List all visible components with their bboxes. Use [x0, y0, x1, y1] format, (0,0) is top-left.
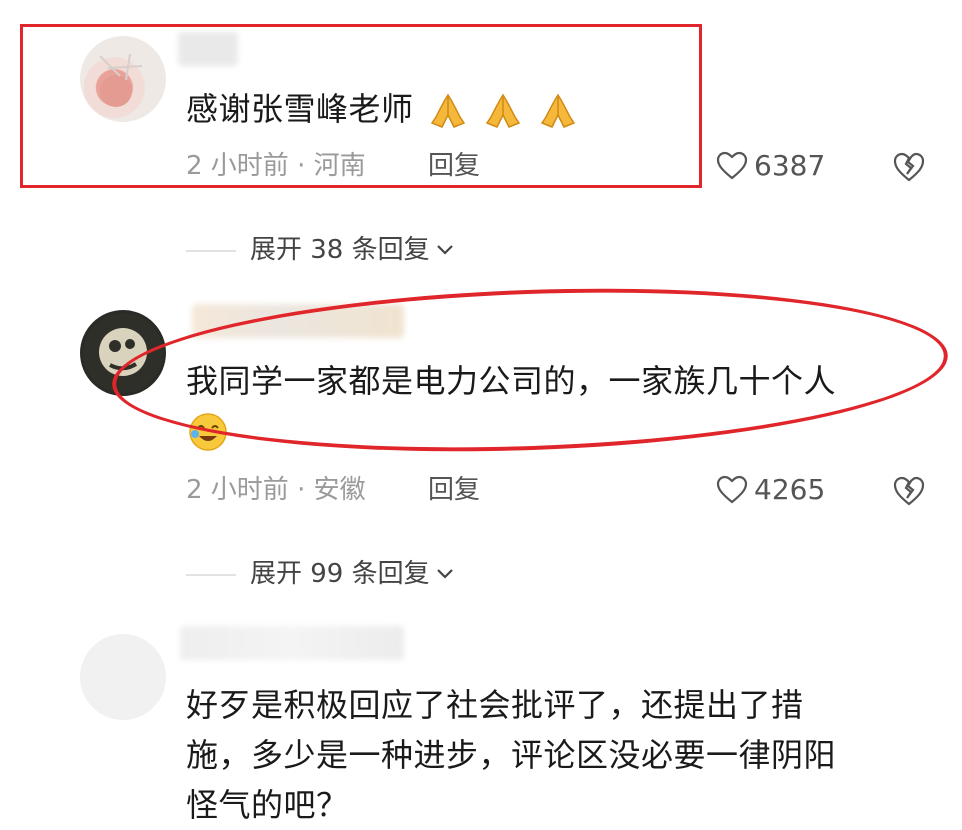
reply-button[interactable]: 回复 [428, 470, 480, 510]
avatar[interactable] [80, 634, 166, 720]
chevron-down-icon [436, 569, 453, 579]
comment-text-line: 怪气的吧？ [186, 786, 349, 824]
expand-replies-label: 展开 38 条回复 [250, 235, 430, 265]
expand-replies[interactable]: 展开 99 条回复 [186, 554, 456, 594]
expand-replies-label: 展开 99 条回复 [250, 559, 430, 589]
like-count: 6387 [754, 149, 826, 182]
comment-text-line: 好歹是积极回应了社会批评了，还提出了措 [186, 686, 804, 724]
time-location: 2 小时前 · 安徽 [186, 475, 366, 505]
comment-text: 好歹是积极回应了社会批评了，还提出了措 施，多少是一种进步，评论区没必要一律阴阳… [186, 680, 836, 830]
expand-replies[interactable]: 展开 38 条回复 [186, 230, 456, 270]
username-blurred[interactable] [180, 626, 404, 660]
heart-icon [716, 475, 748, 504]
dislike-heart-icon[interactable] [892, 150, 926, 184]
like-count: 4265 [754, 473, 826, 506]
red-highlight-box [20, 24, 702, 188]
comment-text-line: 施，多少是一种进步，评论区没必要一律阴阳 [186, 736, 837, 774]
comment-meta: 2 小时前 · 安徽 回复 [186, 470, 480, 510]
divider-line [186, 250, 236, 252]
like-button[interactable]: 4265 [716, 470, 825, 510]
divider-line [186, 574, 236, 576]
like-button[interactable]: 6387 [716, 146, 825, 186]
dislike-heart-icon[interactable] [892, 474, 926, 508]
chevron-down-icon [436, 245, 453, 255]
heart-icon [716, 151, 748, 180]
